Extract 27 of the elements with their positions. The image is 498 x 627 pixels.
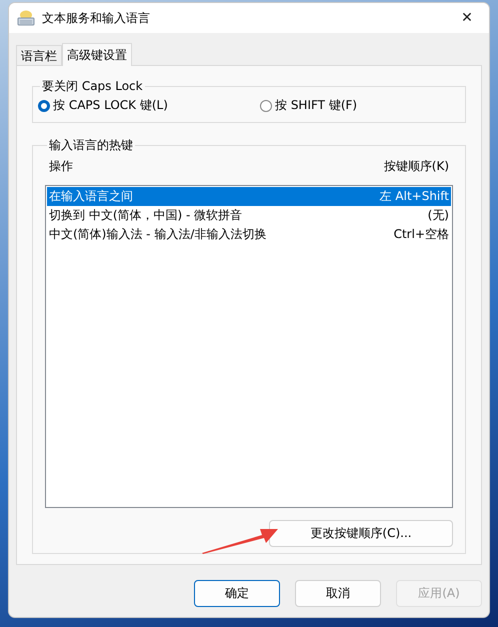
tab[interactable]: 语言栏: [16, 45, 62, 65]
radio-option[interactable]: 按 CAPS LOCK 键(L): [38, 97, 260, 114]
key-sequence-text: (无): [428, 207, 449, 224]
action-text: 中文(简体)输入法 - 输入法/非输入法切换: [49, 226, 266, 243]
action-text: 在输入语言之间: [49, 188, 133, 205]
list-row[interactable]: 切换到 中文(简体，中国) - 微软拼音 (无): [47, 206, 451, 225]
keyboard-icon: [17, 9, 35, 27]
window-title: 文本服务和输入语言: [42, 10, 151, 26]
key-sequence-text: 左 Alt+Shift: [380, 188, 449, 205]
list-row[interactable]: 中文(简体)输入法 - 输入法/非输入法切换 Ctrl+空格: [47, 225, 451, 244]
radio-label: 按 SHIFT 键(F): [275, 97, 358, 114]
key-sequence-text: Ctrl+空格: [394, 226, 449, 243]
tab[interactable]: 高级键设置: [62, 43, 132, 66]
action-text: 切换到 中文(简体，中国) - 微软拼音: [49, 207, 242, 224]
radio-button[interactable]: [260, 100, 272, 112]
dialog-button[interactable]: 取消: [295, 580, 381, 607]
column-header: 操作: [49, 158, 73, 175]
column-header: 按键顺序(K): [384, 158, 449, 175]
group-title: 输入语言的热键: [48, 137, 134, 154]
radio-label: 按 CAPS LOCK 键(L): [53, 97, 168, 114]
list-row[interactable]: 在输入语言之间 左 Alt+Shift: [47, 187, 451, 206]
radio-button[interactable]: [38, 100, 50, 112]
dialog-button[interactable]: 确定: [194, 580, 280, 607]
radio-option[interactable]: 按 SHIFT 键(F): [260, 97, 358, 114]
group-title: 要关闭 Caps Lock: [41, 78, 144, 95]
close-button[interactable]: ✕: [445, 3, 489, 33]
change-key-sequence-button[interactable]: 更改按键顺序(C)...: [269, 520, 453, 547]
